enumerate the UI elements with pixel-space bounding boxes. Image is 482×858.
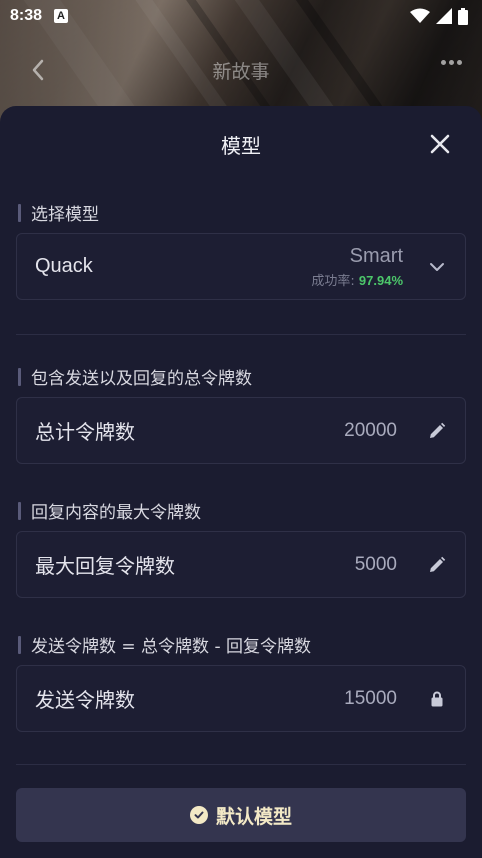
total-tokens-field[interactable]: 总计令牌数 20000 [16, 397, 466, 464]
notification-badge: A [54, 9, 69, 23]
app-header: 新故事 [0, 48, 482, 92]
divider [16, 334, 466, 335]
section-label-model: 选择模型 [18, 200, 99, 225]
status-bar: 8:38 A [0, 0, 482, 32]
wifi-icon [410, 8, 430, 23]
more-button[interactable] [441, 60, 462, 65]
send-tokens-value: 15000 [344, 687, 397, 709]
sheet-header: 模型 [0, 106, 482, 182]
send-tokens-label: 发送令牌数 [35, 688, 135, 712]
section-label-total: 包含发送以及回复的总令牌数 [18, 364, 252, 389]
page-title: 新故事 [212, 60, 270, 83]
model-name: Quack [35, 255, 93, 277]
model-sheet: 模型 选择模型 Quack Smart 成功率: 97.94% 包含发送以及回复… [0, 106, 482, 858]
signal-icon [436, 8, 452, 24]
sheet-title: 模型 [221, 133, 261, 158]
success-rate-value: 97.94% [358, 272, 403, 288]
close-button[interactable] [428, 132, 452, 156]
total-tokens-value: 20000 [344, 419, 397, 441]
lock-icon [431, 691, 443, 706]
check-circle-icon [189, 806, 208, 824]
reply-tokens-field[interactable]: 最大回复令牌数 5000 [16, 531, 466, 598]
pencil-icon[interactable] [427, 421, 447, 441]
divider [16, 764, 466, 765]
model-tier: Smart [349, 244, 403, 267]
section-label-reply: 回复内容的最大令牌数 [18, 498, 201, 523]
success-rate: 成功率: 97.94% [311, 272, 403, 289]
battery-icon [458, 7, 468, 25]
default-model-label: 默认模型 [215, 805, 292, 828]
section-label-send: 发送令牌数 = 总令牌数 - 回复令牌数 [18, 632, 311, 657]
status-time: 8:38 [10, 7, 43, 24]
more-icon [441, 60, 446, 65]
default-model-button[interactable]: 默认模型 [16, 788, 466, 842]
model-selector[interactable]: Quack Smart 成功率: 97.94% [16, 233, 466, 300]
reply-tokens-value: 5000 [354, 553, 397, 575]
pencil-icon[interactable] [427, 555, 447, 575]
back-button[interactable] [24, 56, 52, 84]
close-icon [430, 134, 450, 154]
send-tokens-field: 发送令牌数 15000 [16, 665, 466, 732]
model-meta: Smart 成功率: 97.94% [311, 245, 403, 289]
chevron-down-icon [430, 262, 444, 271]
total-tokens-label: 总计令牌数 [35, 420, 135, 444]
reply-tokens-label: 最大回复令牌数 [35, 554, 175, 578]
chevron-left-icon [32, 59, 44, 81]
